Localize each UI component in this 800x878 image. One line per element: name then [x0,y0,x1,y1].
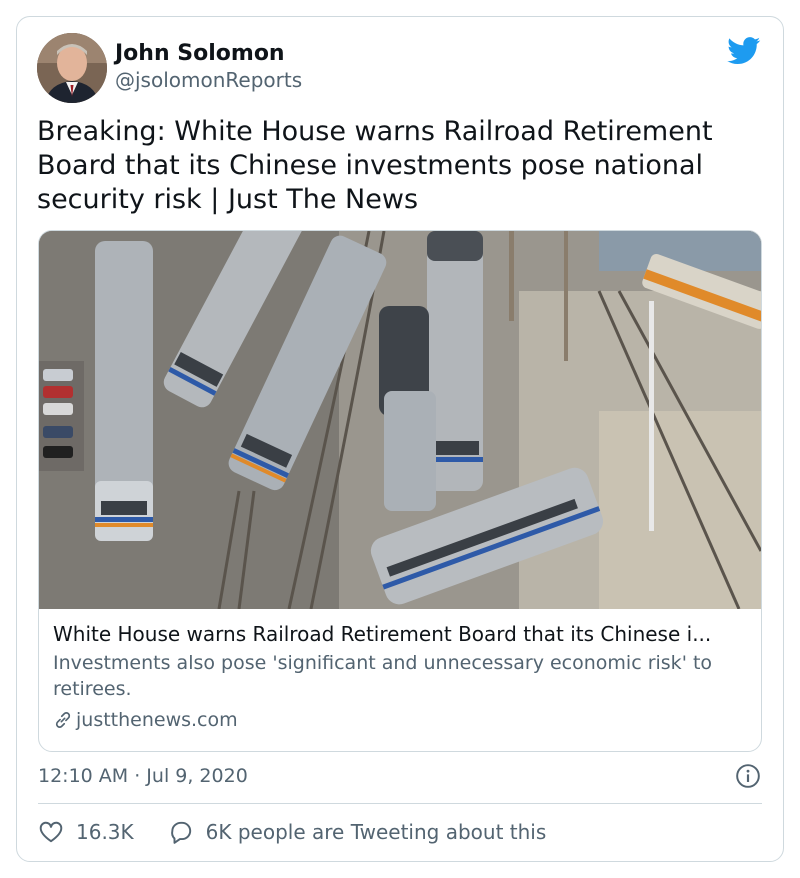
tweet-text: Breaking: White House warns Railroad Ret… [37,116,713,215]
heart-icon [39,821,63,843]
twitter-bird-icon[interactable] [727,37,761,65]
divider [38,803,762,804]
card-title: White House warns Railroad Retirement Bo… [53,622,712,646]
tweet-card: John Solomon @jsolomonReports Breaking: … [16,16,784,862]
avatar[interactable] [37,33,107,103]
like-count: 16.3K [76,820,134,844]
conversation-text: 6K people are Tweeting about this [205,820,547,844]
tweet-actions: 16.3K 6K people are Tweeting about this [38,817,546,847]
like-button[interactable]: 16.3K [38,819,134,845]
link-icon [55,712,71,728]
conversation-button[interactable]: 6K people are Tweeting about this [168,819,547,845]
card-image [39,231,761,609]
link-preview-card[interactable]: White House warns Railroad Retirement Bo… [38,230,762,752]
card-domain-text: justthenews.com [76,709,238,731]
tweet-timestamp[interactable]: 12:10 AM · Jul 9, 2020 [38,765,248,787]
author-name[interactable]: John Solomon [115,41,285,66]
speech-bubble-icon [170,821,191,844]
card-description: Investments also pose 'significant and u… [53,652,713,700]
card-body: White House warns Railroad Retirement Bo… [53,621,749,733]
author-handle[interactable]: @jsolomonReports [115,68,302,92]
card-domain: justthenews.com [53,707,749,733]
info-icon[interactable] [735,763,761,789]
